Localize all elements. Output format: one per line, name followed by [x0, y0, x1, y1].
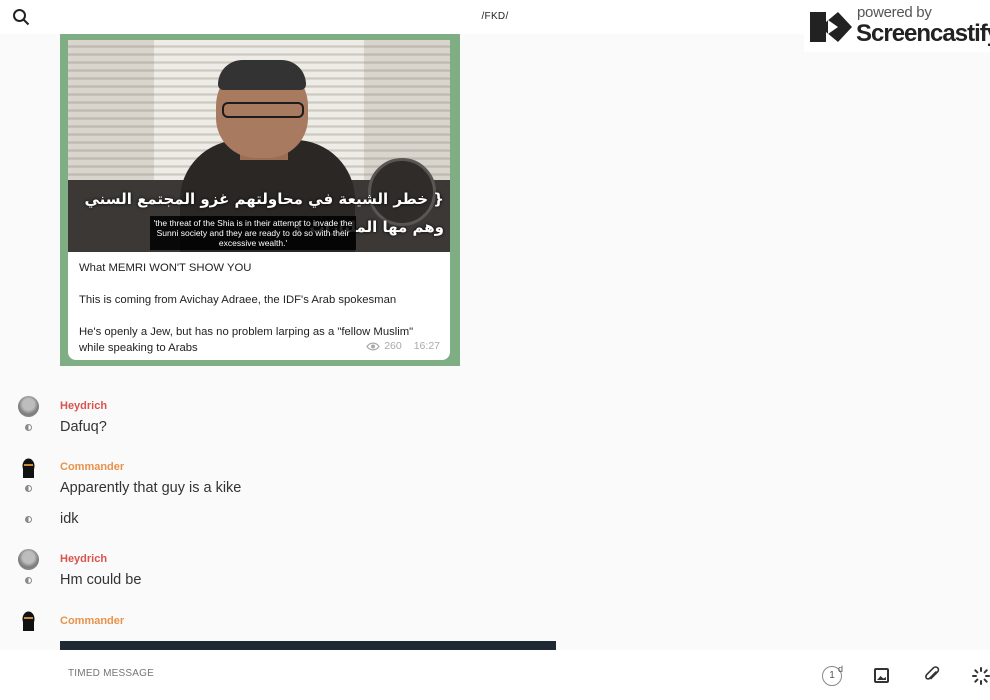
- post-paragraph: This is coming from Avichay Adraee, the …: [79, 294, 397, 306]
- post-paragraph: What MEMRI WON'T SHOW YOU: [79, 262, 252, 274]
- read-status-icon: [25, 516, 32, 523]
- image-icon[interactable]: [874, 668, 889, 683]
- screencastify-logo-icon: [810, 12, 852, 42]
- view-count: 260: [384, 340, 402, 352]
- post-meta: 260 16:27: [366, 340, 440, 352]
- avatar[interactable]: [18, 396, 39, 417]
- read-status-icon: [25, 577, 32, 584]
- sender-name[interactable]: Commander: [60, 461, 124, 473]
- message-text: idk: [60, 511, 79, 527]
- english-subtitle: 'the threat of the Shia is in their atte…: [150, 216, 356, 250]
- arabic-subtitle-line-1: { خطر الشيعة في محاولتهم غزو المجتمع الس…: [84, 190, 445, 208]
- message-input[interactable]: [68, 668, 668, 679]
- message-text: Dafuq?: [60, 419, 107, 435]
- message-text: Hm could be: [60, 572, 142, 588]
- sender-name[interactable]: Heydrich: [60, 553, 107, 565]
- screencastify-watermark: powered by Screencastify: [804, 0, 990, 52]
- watermark-brand: Screencastify: [856, 20, 990, 47]
- sender-name[interactable]: Commander: [60, 615, 124, 627]
- post-time: 16:27: [413, 340, 440, 352]
- eye-icon: [366, 342, 380, 350]
- sender-name[interactable]: Heydrich: [60, 400, 107, 412]
- composer-bar: 1 d: [0, 650, 990, 700]
- avatar[interactable]: [18, 610, 39, 631]
- watermark-powered-by: powered by: [857, 4, 932, 21]
- forwarded-post: { خطر الشيعة في محاولتهم غزو المجتمع الس…: [60, 34, 460, 366]
- message-text: Apparently that guy is a kike: [60, 480, 242, 496]
- paperclip-icon[interactable]: [924, 666, 940, 684]
- read-status-icon: [25, 485, 32, 492]
- video-thumbnail[interactable]: { خطر الشيعة في محاولتهم غزو المجتمع الس…: [68, 40, 450, 252]
- timer-unit-label: d: [838, 664, 844, 674]
- loading-spinner-icon[interactable]: [972, 667, 990, 685]
- read-status-icon: [25, 424, 32, 431]
- post-bubble: { خطر الشيعة في محاولتهم غزو المجتمع الس…: [68, 40, 450, 360]
- avatar[interactable]: [18, 457, 39, 478]
- avatar[interactable]: [18, 549, 39, 570]
